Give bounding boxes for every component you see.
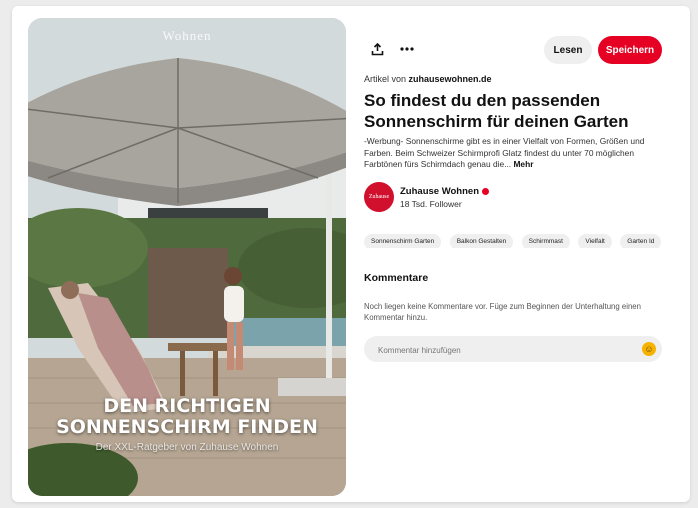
source-domain-link[interactable]: zuhausewohnen.de (409, 74, 492, 84)
tag-chip[interactable]: Balkon Gestalten (449, 234, 514, 248)
follower-count: 18 Tsd. Follower (400, 199, 462, 209)
comments-empty-message: Noch liegen keine Kommentare vor. Füge z… (364, 302, 641, 322)
creator-name[interactable]: Zuhause Wohnen (400, 186, 489, 197)
verified-badge-icon (482, 187, 489, 195)
comments-heading: Kommentare (364, 272, 429, 284)
comment-input-container: ☺ (364, 336, 662, 364)
share-icon[interactable] (364, 36, 390, 62)
image-headline: DEN RICHTIGEN SONNENSCHIRM FINDEN (28, 396, 346, 438)
comment-input[interactable] (376, 336, 630, 364)
more-link[interactable]: Mehr (513, 159, 533, 169)
headline-line-2: SONNENSCHIRM FINDEN (56, 416, 318, 438)
headline-line-1: DEN RICHTIGEN (103, 395, 271, 417)
description-text: -Werbung- Sonnenschirme gibt es in einer… (364, 136, 645, 169)
creator-info[interactable]: Zuhause Zuhause Wohnen 18 Tsd. Follower (364, 182, 564, 214)
pin-description: -Werbung- Sonnenschirme gibt es in einer… (364, 136, 664, 171)
tag-chip[interactable]: Sonnenschirm Garten (364, 234, 442, 248)
more-options-icon[interactable] (394, 36, 420, 62)
article-source: Artikel von zuhausewohnen.de (364, 74, 492, 84)
brand-logo: Wohnen (162, 28, 212, 43)
read-button[interactable]: Lesen (544, 36, 592, 64)
avatar[interactable]: Zuhause (364, 182, 394, 212)
tag-list: Sonnenschirm Garten Balkon Gestalten Sch… (364, 230, 669, 248)
pin-toolbar: Lesen Speichern (364, 32, 662, 66)
tag-chip[interactable]: Schirmmast (521, 234, 570, 248)
smiley-emoji-icon[interactable]: ☺ (642, 342, 656, 356)
save-button[interactable]: Speichern (598, 36, 662, 64)
pin-image[interactable]: Wohnen DEN RICHTIGEN SONNENSCHIRM FINDEN… (28, 18, 346, 496)
tag-chip[interactable]: Vielfalt (578, 234, 612, 248)
tag-chip[interactable]: Garten Id (620, 234, 662, 248)
image-subline: Der XXL-Ratgeber von Zuhause Wohnen (95, 442, 279, 453)
pin-title: So findest du den passenden Sonnenschirm… (364, 91, 629, 131)
source-prefix: Artikel von (364, 74, 407, 84)
pin-card: Wohnen DEN RICHTIGEN SONNENSCHIRM FINDEN… (12, 6, 690, 502)
